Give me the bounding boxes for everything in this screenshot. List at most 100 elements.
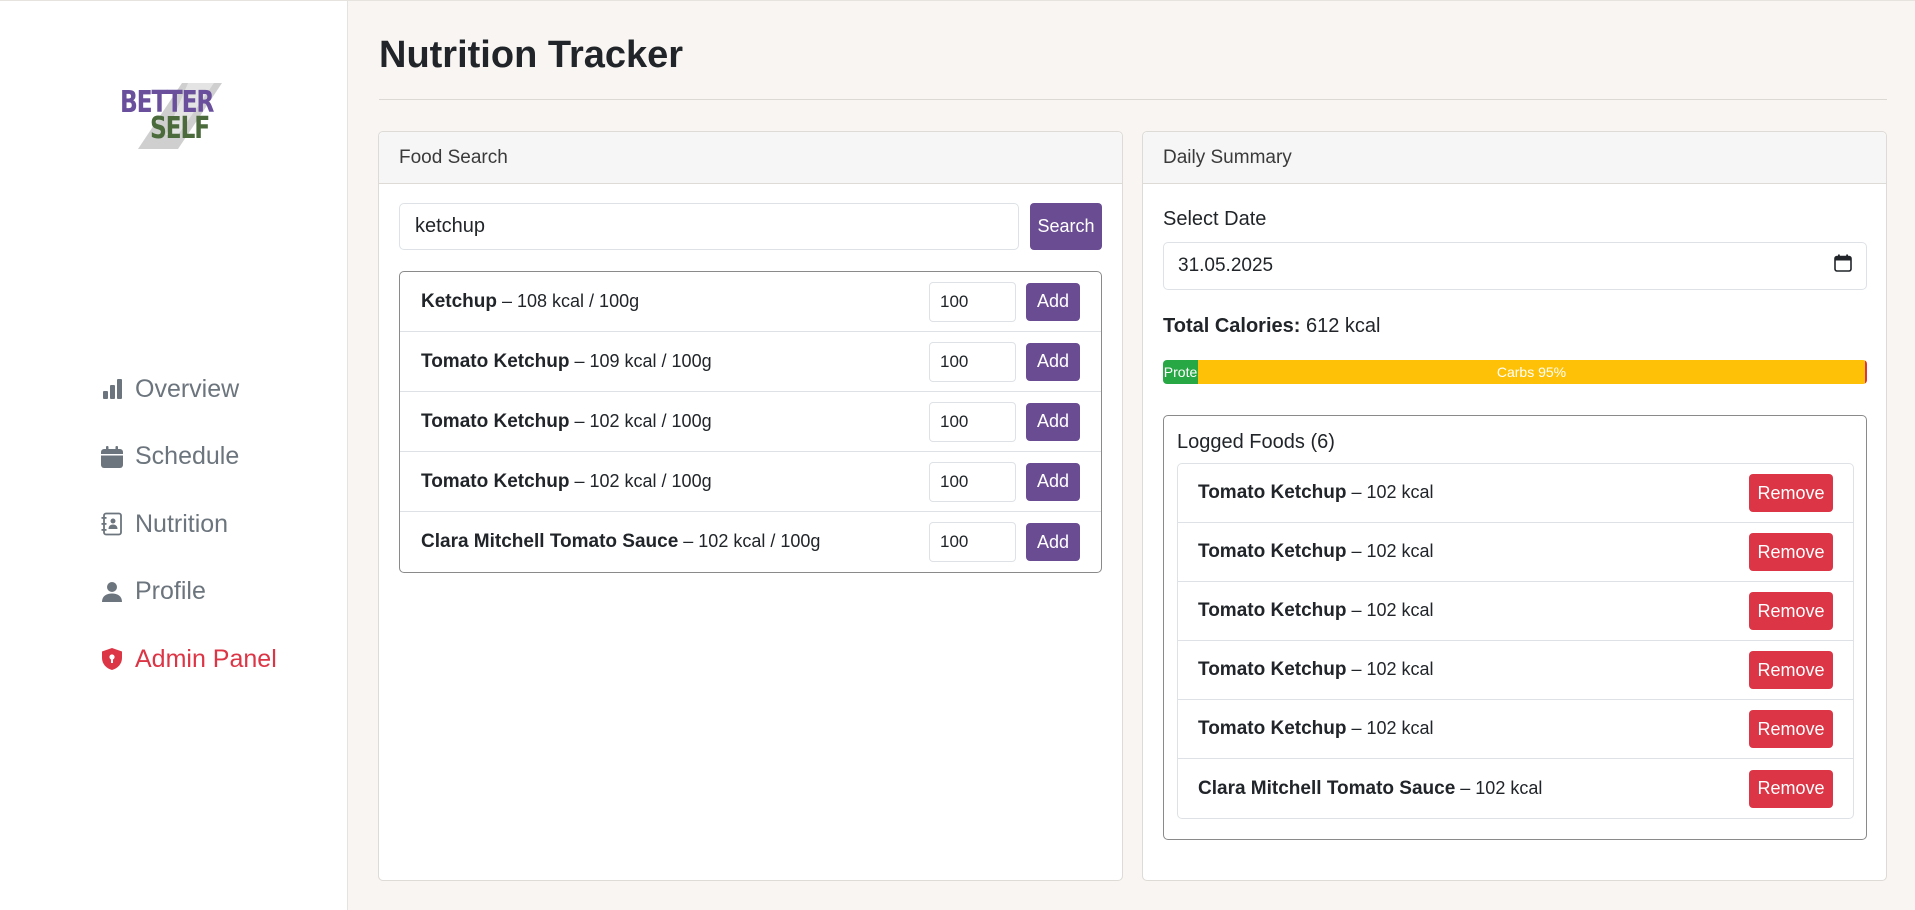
date-label: Select Date	[1163, 208, 1267, 230]
result-text: Clara Mitchell Tomato Sauce – 102 kcal /…	[421, 531, 929, 553]
remove-button[interactable]: Remove	[1749, 474, 1833, 512]
quantity-input[interactable]	[929, 281, 1016, 322]
daily-summary-card: Daily Summary Select Date 31.05.2025 Tot…	[1142, 131, 1887, 881]
sidebar-item-overview[interactable]: Overview	[100, 372, 277, 406]
food-search-input[interactable]	[399, 203, 1019, 250]
search-result-row: Tomato Ketchup – 109 kcal / 100g Add	[400, 332, 1101, 392]
remove-button[interactable]: Remove	[1749, 651, 1833, 689]
logged-foods-list: Tomato Ketchup – 102 kcal Remove Tomato Ke…	[1177, 463, 1854, 819]
fat-segment	[1864, 360, 1867, 384]
logged-food-text: Tomato Ketchup – 102 kcal	[1198, 659, 1749, 681]
result-text: Ketchup – 108 kcal / 100g	[421, 291, 929, 313]
logged-foods-title: Logged Foods (6)	[1177, 431, 1335, 453]
sidebar: BETTER SELF Overview Schedule Nutrition	[0, 0, 348, 910]
result-text: Tomato Ketchup – 102 kcal / 100g	[421, 411, 929, 433]
sidebar-item-admin-panel[interactable]: Admin Panel	[100, 642, 277, 676]
logged-food-row: Tomato Ketchup – 102 kcal Remove	[1178, 523, 1853, 582]
food-search-card: Food Search Search Ketchup – 108 kcal / …	[378, 131, 1123, 881]
sidebar-nav: Overview Schedule Nutrition Profile Admi…	[100, 372, 277, 710]
logged-food-name: Clara Mitchell Tomato Sauce	[1198, 777, 1456, 799]
title-divider	[379, 99, 1887, 100]
search-button[interactable]: Search	[1030, 203, 1102, 250]
quantity-input[interactable]	[929, 461, 1016, 502]
result-detail: – 102 kcal / 100g	[569, 470, 712, 491]
logged-food-name: Tomato Ketchup	[1198, 600, 1347, 621]
logged-food-row: Tomato Ketchup – 102 kcal Remove	[1178, 464, 1853, 523]
logged-foods-panel: Logged Foods (6) Tomato Ketchup – 102 kc…	[1163, 415, 1867, 840]
logged-food-name: Tomato Ketchup	[1198, 482, 1347, 503]
protein-segment: Prote	[1163, 360, 1199, 384]
result-detail: – 102 kcal / 100g	[569, 410, 712, 431]
sidebar-item-label: Schedule	[135, 442, 240, 470]
remove-button[interactable]: Remove	[1749, 769, 1833, 808]
main-content: Nutrition Tracker Food Search Search Ket…	[348, 0, 1915, 910]
add-button[interactable]: Add	[1026, 402, 1080, 441]
carbs-segment-label: Carbs 95%	[1496, 364, 1567, 380]
sidebar-item-label: Admin Panel	[135, 644, 277, 673]
remove-button[interactable]: Remove	[1749, 592, 1833, 630]
search-row: Search	[399, 203, 1102, 250]
sidebar-item-label: Overview	[135, 374, 240, 403]
brand-logo[interactable]: BETTER SELF	[118, 83, 228, 149]
protein-segment-label: Prote	[1163, 364, 1198, 380]
result-detail: – 102 kcal / 100g	[678, 531, 821, 551]
logged-food-detail: – 102 kcal	[1346, 718, 1434, 738]
search-result-row: Tomato Ketchup – 102 kcal / 100g Add	[400, 452, 1101, 512]
sidebar-item-label: Nutrition	[135, 509, 229, 538]
shield-icon	[100, 647, 124, 671]
total-calories-value: 612 kcal	[1300, 315, 1381, 337]
macro-progress-bar: Prote Carbs 95%	[1163, 360, 1867, 384]
bar-chart-icon	[100, 377, 124, 401]
brand-line-2: SELF	[150, 111, 210, 146]
quantity-input[interactable]	[929, 341, 1016, 382]
add-button[interactable]: Add	[1026, 342, 1080, 381]
search-result-row: Tomato Ketchup – 102 kcal / 100g Add	[400, 392, 1101, 452]
quantity-input[interactable]	[929, 401, 1016, 442]
calendar-icon[interactable]	[1834, 254, 1852, 278]
quantity-input[interactable]	[929, 522, 1016, 562]
date-input[interactable]: 31.05.2025	[1163, 242, 1867, 290]
daily-summary-header: Daily Summary	[1143, 132, 1886, 184]
logged-food-detail: – 102 kcal	[1346, 541, 1434, 561]
result-detail: – 109 kcal / 100g	[569, 350, 712, 371]
search-result-row: Clara Mitchell Tomato Sauce – 102 kcal /…	[400, 512, 1101, 572]
person-icon	[100, 580, 124, 604]
add-button[interactable]: Add	[1026, 282, 1080, 321]
sidebar-item-label: Profile	[135, 577, 206, 605]
remove-button[interactable]: Remove	[1749, 710, 1833, 748]
logged-food-text: Tomato Ketchup – 102 kcal	[1198, 482, 1749, 504]
carbs-segment: Carbs 95%	[1198, 360, 1865, 384]
logged-food-name: Tomato Ketchup	[1198, 718, 1347, 739]
result-name: Tomato Ketchup	[421, 470, 570, 492]
logged-food-row: Clara Mitchell Tomato Sauce – 102 kcal Re…	[1178, 759, 1853, 818]
logged-food-detail: – 102 kcal	[1346, 659, 1434, 679]
search-results-list: Ketchup – 108 kcal / 100gAddTomato Ketch…	[399, 271, 1102, 573]
add-button[interactable]: Add	[1026, 523, 1080, 561]
logged-food-detail: – 102 kcal	[1455, 777, 1543, 798]
logged-food-name: Tomato Ketchup	[1198, 659, 1347, 680]
add-button[interactable]: Add	[1026, 462, 1080, 501]
food-search-header: Food Search	[379, 132, 1122, 184]
remove-button[interactable]: Remove	[1749, 533, 1833, 571]
result-text: Tomato Ketchup – 109 kcal / 100g	[421, 351, 929, 373]
total-calories-label: Total Calories:	[1163, 315, 1301, 337]
total-calories: Total Calories: 612 kcal	[1163, 315, 1381, 338]
sidebar-item-profile[interactable]: Profile	[100, 575, 277, 609]
result-detail: – 108 kcal / 100g	[497, 290, 640, 311]
logged-food-row: Tomato Ketchup – 102 kcal Remove	[1178, 700, 1853, 759]
logged-food-row: Tomato Ketchup – 102 kcal Remove	[1178, 641, 1853, 700]
sidebar-item-nutrition[interactable]: Nutrition	[100, 507, 277, 541]
result-text: Tomato Ketchup – 102 kcal / 100g	[421, 471, 929, 493]
result-name: Clara Mitchell Tomato Sauce	[421, 531, 679, 552]
result-name: Tomato Ketchup	[421, 350, 570, 372]
search-result-row: Ketchup – 108 kcal / 100g Add	[400, 272, 1101, 332]
logged-food-text: Clara Mitchell Tomato Sauce – 102 kcal	[1198, 778, 1749, 800]
sidebar-item-schedule[interactable]: Schedule	[100, 440, 277, 474]
notebook-icon	[100, 512, 124, 536]
logged-food-detail: – 102 kcal	[1346, 482, 1434, 502]
calendar-icon	[100, 445, 124, 469]
logged-food-name: Tomato Ketchup	[1198, 541, 1347, 562]
logged-food-text: Tomato Ketchup – 102 kcal	[1198, 541, 1749, 563]
page-title: Nutrition Tracker	[379, 34, 684, 76]
logged-food-row: Tomato Ketchup – 102 kcal Remove	[1178, 582, 1853, 641]
